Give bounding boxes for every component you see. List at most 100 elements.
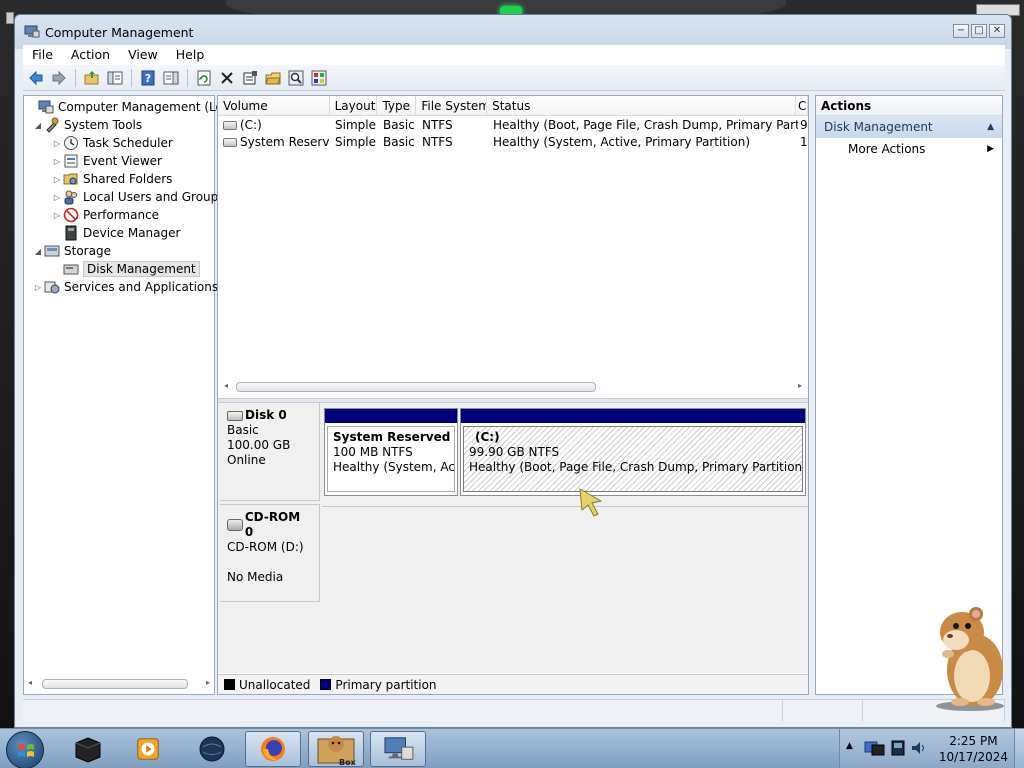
disk-0-label[interactable]: Disk 0 Basic 100.00 GB Online	[220, 403, 320, 501]
settings-icon[interactable]	[309, 68, 329, 88]
close-button[interactable]: ✕	[989, 24, 1005, 38]
forward-arrow-icon[interactable]	[49, 68, 69, 88]
taskbar-app-hamster-box[interactable]: Box	[308, 731, 364, 767]
partition-body: System Reserved 100 MB NTFS Healthy (Sys…	[327, 426, 455, 492]
taskbar-app-firefox[interactable]	[245, 731, 301, 767]
tree-item-device-manager[interactable]: Device Manager	[51, 224, 180, 242]
disk-management-icon	[63, 264, 79, 275]
tree-item-label: Device Manager	[83, 226, 181, 240]
menu-file[interactable]: File	[23, 45, 62, 65]
title-bar[interactable]: Computer Management − □ ✕	[15, 15, 1011, 49]
tree-item-event-viewer[interactable]: ▷ Event Viewer	[51, 152, 162, 170]
cdrom-0-region[interactable]	[322, 506, 808, 602]
tree-item-storage[interactable]: ◢ Storage	[32, 242, 111, 260]
volume-name: (C:)	[240, 118, 262, 132]
properties-pane-icon[interactable]	[161, 68, 181, 88]
tree-item-services-applications[interactable]: ▷ Services and Applications	[32, 278, 218, 296]
tree-item-disk-management[interactable]: Disk Management	[51, 260, 200, 278]
tree-expander[interactable]: ▷	[51, 157, 63, 166]
tree-expander[interactable]: ◢	[32, 121, 44, 130]
table-row[interactable]: System Reserved Simple Basic NTFS Health…	[218, 134, 810, 151]
computer-management-icon	[38, 100, 54, 114]
tree-expander[interactable]: ▷	[51, 175, 63, 184]
scroll-left-arrow-icon[interactable]: ◂	[28, 678, 32, 687]
tree-expander[interactable]: ▷	[51, 139, 63, 148]
column-header-file-system[interactable]: File System	[416, 96, 488, 115]
scroll-left-arrow-icon[interactable]: ◂	[224, 381, 228, 390]
storage-icon	[44, 245, 60, 257]
column-header-layout[interactable]: Layout	[330, 96, 378, 115]
taskbar-app-globe[interactable]	[184, 731, 240, 767]
tree-item-performance[interactable]: ▷ Performance	[51, 206, 159, 224]
cdrom-media-status: No Media	[227, 570, 284, 584]
scroll-right-arrow-icon[interactable]: ▸	[206, 678, 210, 687]
tree-item-local-users-groups[interactable]: ▷ Local Users and Groups	[51, 188, 225, 206]
tree-item-shared-folders[interactable]: ▷ Shared Folders	[51, 170, 172, 188]
taskbar-app-black-box[interactable]	[60, 731, 116, 767]
actions-section-disk-management[interactable]: Disk Management ▲	[816, 116, 1002, 138]
tree-item-label: Task Scheduler	[83, 136, 173, 150]
tree-item-label: Disk Management	[83, 261, 200, 277]
tree-item-label: Performance	[83, 208, 160, 222]
scroll-right-arrow-icon[interactable]: ▸	[798, 381, 802, 390]
partition-system-reserved[interactable]: System Reserved 100 MB NTFS Healthy (Sys…	[324, 408, 458, 496]
menu-help[interactable]: Help	[167, 45, 214, 65]
menu-action[interactable]: Action	[62, 45, 119, 65]
cdrom-0-label[interactable]: CD-ROM 0 CD-ROM (D:) No Media	[220, 504, 320, 602]
tray-expand-icon[interactable]: ▲	[846, 741, 853, 751]
tree-expander[interactable]: ◢	[32, 247, 44, 256]
legend-swatch	[224, 678, 235, 690]
menu-view[interactable]: View	[119, 45, 167, 65]
tree-item-system-tools[interactable]: ◢ System Tools	[32, 116, 142, 134]
tree-item-label: System Tools	[64, 118, 143, 132]
console-tree[interactable]: Computer Management (Local ◢ System Tool…	[23, 95, 240, 695]
column-header-volume[interactable]: Volume	[218, 96, 330, 115]
partition-c-drive[interactable]: (C:) 99.90 GB NTFS Healthy (Boot, Page F…	[460, 408, 806, 496]
up-folder-icon[interactable]	[82, 68, 102, 88]
volume-list-scroll-thumb[interactable]	[236, 382, 596, 392]
tree-horizontal-scrollbar[interactable]: ◂ ▸	[28, 678, 210, 690]
start-button[interactable]	[6, 731, 44, 768]
maximize-button[interactable]: □	[971, 24, 987, 38]
menu-bar: File Action View Help	[23, 45, 1005, 65]
system-tools-icon	[46, 117, 59, 133]
show-hide-tree-icon[interactable]	[105, 68, 125, 88]
disk-management-pane: Volume Layout Type File System Status C …	[217, 95, 809, 695]
volume-tray-icon[interactable]	[910, 739, 926, 757]
search-icon[interactable]	[286, 68, 306, 88]
cd-drive-icon	[227, 519, 243, 531]
delete-icon[interactable]	[217, 68, 237, 88]
more-actions-item[interactable]: More Actions ▶	[816, 138, 1002, 160]
legend-unallocated: Unallocated	[224, 678, 310, 692]
volume-status: Healthy (System, Active, Primary Partiti…	[493, 135, 751, 149]
toolbar-separator	[187, 68, 188, 87]
tree-expander[interactable]: ▷	[32, 283, 44, 292]
column-header-status[interactable]: Status	[487, 96, 797, 115]
cdrom-drive: CD-ROM (D:)	[227, 540, 304, 554]
tree-item-computer-management[interactable]: Computer Management (Local	[26, 98, 240, 116]
tree-scroll-thumb[interactable]	[42, 679, 188, 689]
tree-expander[interactable]: ▷	[51, 211, 63, 220]
column-header-type[interactable]: Type	[377, 96, 417, 115]
clock[interactable]: 2:25 PM 10/17/2024	[939, 733, 1008, 765]
back-arrow-icon[interactable]	[26, 68, 46, 88]
minimize-button[interactable]: −	[953, 24, 969, 38]
tree-expander[interactable]: ▷	[51, 193, 63, 202]
network-tray-icon[interactable]	[864, 739, 886, 757]
help-icon[interactable]: ?	[138, 68, 158, 88]
tree-item-task-scheduler[interactable]: ▷ Task Scheduler	[51, 134, 173, 152]
taskbar-app-computer-management[interactable]	[370, 731, 426, 767]
open-icon[interactable]	[263, 68, 283, 88]
properties-icon[interactable]	[240, 68, 260, 88]
taskbar-app-media-player[interactable]	[120, 731, 176, 767]
volume-list-horizontal-scrollbar[interactable]: ◂ ▸	[224, 380, 802, 394]
refresh-icon[interactable]	[194, 68, 214, 88]
collapse-up-icon[interactable]: ▲	[987, 116, 994, 138]
device-tray-icon[interactable]	[890, 739, 906, 757]
windows-logo-icon	[18, 744, 34, 757]
table-row[interactable]: (C:) Simple Basic NTFS Healthy (Boot, Pa…	[218, 117, 810, 134]
clock-date: 10/17/2024	[938, 750, 1008, 764]
show-desktop-button[interactable]	[1014, 729, 1024, 768]
graphical-disk-view: Disk 0 Basic 100.00 GB Online System Res…	[218, 403, 808, 673]
column-header-capacity[interactable]: C	[796, 96, 808, 115]
